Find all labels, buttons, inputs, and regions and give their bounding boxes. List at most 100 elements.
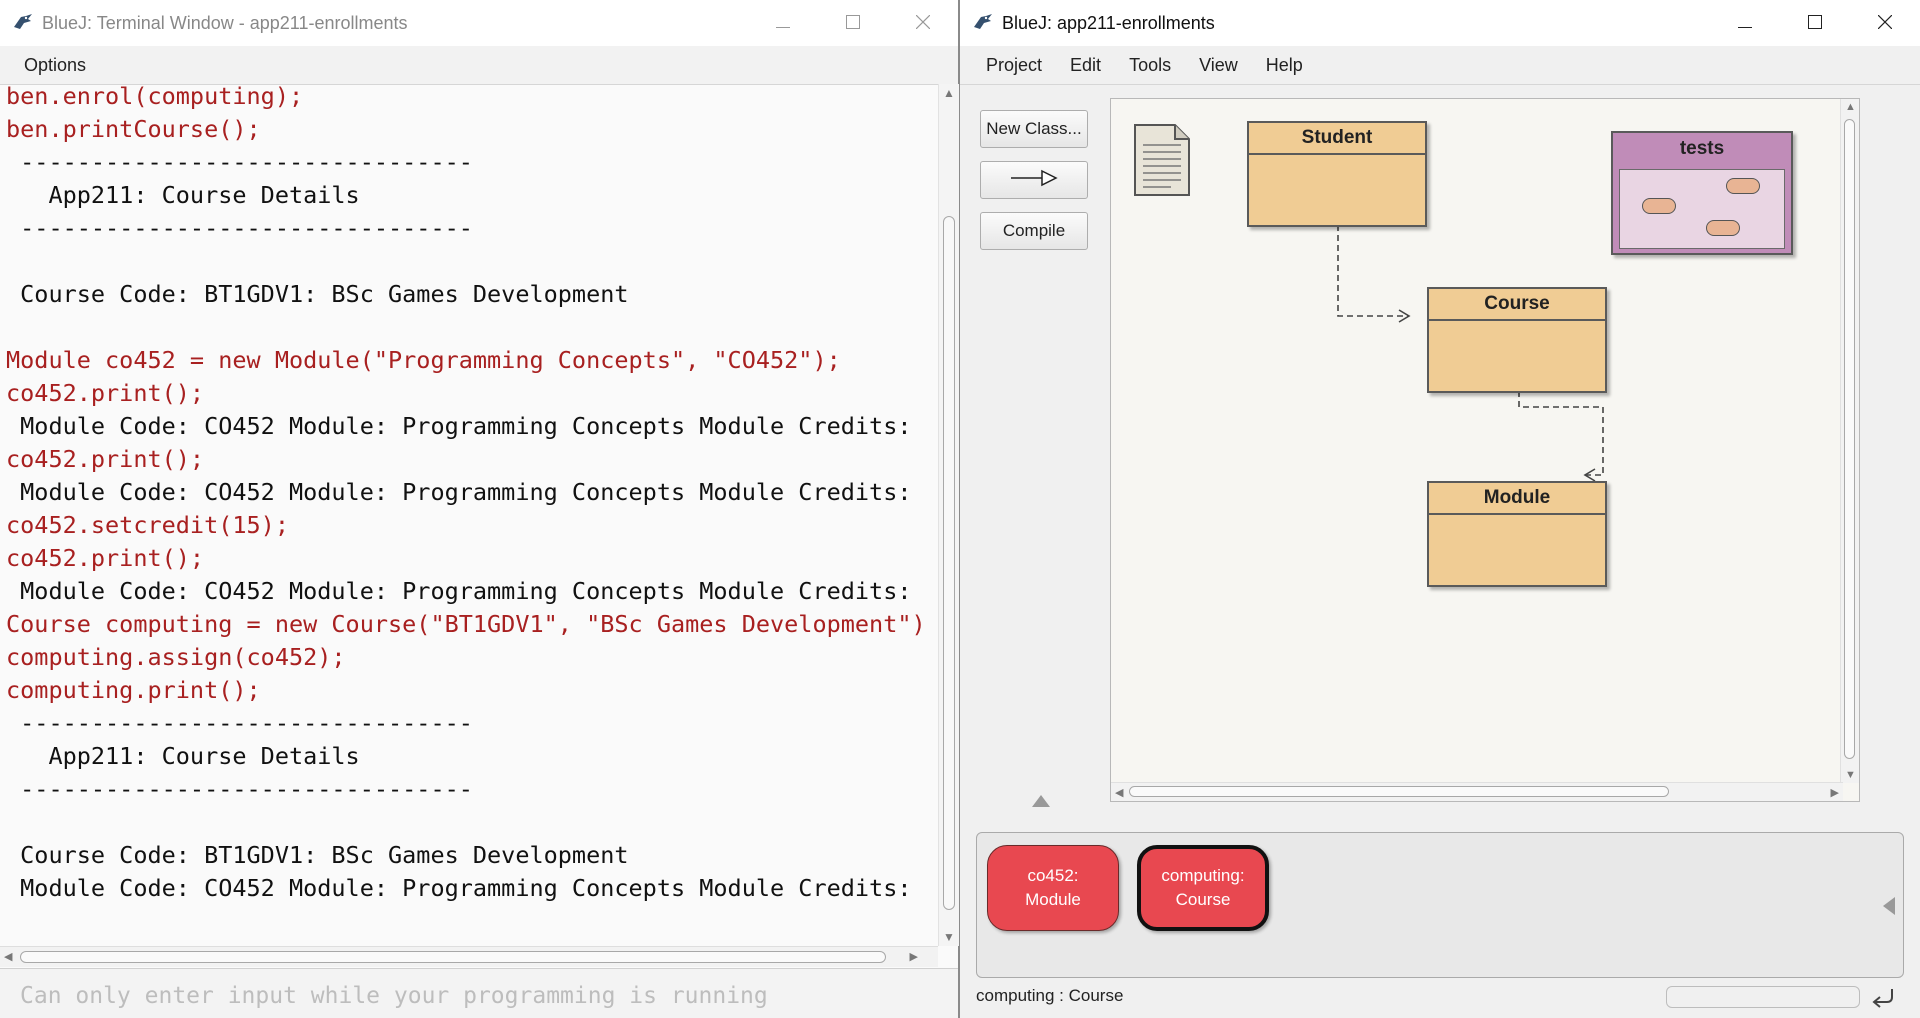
object-label: co452: [1027, 866, 1079, 885]
terminal-input-line: ben.enrol(computing); [6, 82, 304, 110]
package-class-icon [1706, 220, 1740, 236]
maximize-button[interactable] [1780, 0, 1850, 46]
menu-options[interactable]: Options [0, 55, 100, 76]
class-diagram-canvas[interactable]: Student Course Module tests ▲ ▼ ◀ ▶ [1110, 98, 1860, 802]
minimize-button[interactable] [748, 0, 818, 46]
terminal-window: BlueJ: Terminal Window - app211-enrollme… [0, 0, 960, 1018]
terminal-output-line: Module Code: CO452 Module: Programming C… [6, 478, 926, 506]
scroll-down-icon[interactable]: ▼ [1845, 769, 1856, 781]
bluej-bird-icon [970, 10, 996, 36]
scrollbar-thumb[interactable] [20, 951, 886, 963]
menu-tools[interactable]: Tools [1115, 55, 1185, 76]
terminal-output-line: Course Code: BT1GDV1: BSc Games Developm… [6, 841, 629, 869]
menu-edit[interactable]: Edit [1056, 55, 1115, 76]
close-icon [1877, 13, 1893, 34]
reset-machine-icon[interactable] [1870, 984, 1896, 1010]
terminal-output-line: Module Code: CO452 Module: Programming C… [6, 874, 926, 902]
terminal-title-bar[interactable]: BlueJ: Terminal Window - app211-enrollme… [0, 0, 958, 46]
scroll-right-icon[interactable]: ▶ [1831, 786, 1839, 799]
canvas-horizontal-scrollbar[interactable]: ◀ ▶ [1111, 782, 1843, 801]
terminal-output[interactable]: ben.enrol(computing); ben.printCourse(); … [6, 80, 941, 942]
scroll-up-icon[interactable]: ▲ [1845, 101, 1856, 113]
maximize-icon [1808, 13, 1822, 34]
terminal-output-line: -------------------------------- [6, 775, 473, 803]
object-bench: co452: Module computing: Course [976, 832, 1904, 978]
terminal-input-line: co452.print(); [6, 445, 205, 473]
class-module[interactable]: Module [1427, 481, 1607, 587]
class-name: Course [1429, 289, 1605, 321]
bluej-bird-icon [10, 10, 36, 36]
minimize-icon [776, 13, 790, 34]
menu-help[interactable]: Help [1252, 55, 1317, 76]
tool-panel: New Class... Compile [980, 110, 1088, 263]
terminal-output-line: Module Code: CO452 Module: Programming C… [6, 412, 926, 440]
show-panel-up-icon[interactable] [1032, 795, 1050, 807]
terminal-input-line: computing.print(); [6, 676, 261, 704]
canvas-vertical-scrollbar[interactable]: ▲ ▼ [1840, 99, 1859, 783]
object-type: Module [1025, 890, 1081, 909]
new-inheritance-arrow-button[interactable] [980, 161, 1088, 199]
object-co452[interactable]: co452: Module [987, 845, 1119, 931]
bluej-main-window: BlueJ: app211-enrollments Project Edit T… [960, 0, 1920, 1018]
package-tests[interactable]: tests [1611, 131, 1793, 255]
object-label: computing: [1161, 866, 1245, 885]
object-type: Course [1175, 890, 1231, 909]
terminal-input-line: co452.setcredit(15); [6, 511, 289, 539]
scrollbar-thumb[interactable] [1129, 786, 1669, 797]
terminal-input-line: Course computing = new Course("BT1GDV1",… [6, 610, 926, 638]
terminal-input-line: co452.print(); [6, 544, 205, 572]
terminal-input-line: co452.print(); [6, 379, 205, 407]
collapse-left-icon[interactable] [1883, 897, 1895, 915]
class-name: Module [1429, 483, 1605, 515]
terminal-input-line: Module co452 = new Module("Programming C… [6, 346, 841, 374]
terminal-input-field[interactable]: Can only enter input while your programm… [0, 968, 958, 1018]
terminal-vertical-scrollbar[interactable]: ▲ ▼ [938, 84, 959, 946]
scroll-right-icon[interactable]: ▶ [910, 950, 918, 963]
terminal-title: BlueJ: Terminal Window - app211-enrollme… [42, 12, 408, 33]
close-button[interactable] [888, 0, 958, 46]
terminal-output-line: App211: Course Details [6, 742, 360, 770]
package-class-icon [1642, 198, 1676, 214]
class-name: Student [1249, 123, 1425, 155]
bluej-title-bar[interactable]: BlueJ: app211-enrollments [960, 0, 1920, 46]
minimize-button[interactable] [1710, 0, 1780, 46]
scroll-up-icon[interactable]: ▲ [943, 86, 955, 100]
class-student[interactable]: Student [1247, 121, 1427, 227]
status-text: computing : Course [976, 986, 1124, 1005]
menu-project[interactable]: Project [960, 55, 1056, 76]
class-course[interactable]: Course [1427, 287, 1607, 393]
bluej-menu-bar: Project Edit Tools View Help [960, 46, 1920, 85]
terminal-input-line: computing.assign(co452); [6, 643, 346, 671]
progress-bar [1666, 986, 1860, 1008]
close-button[interactable] [1850, 0, 1920, 46]
terminal-output-line: Module Code: CO452 Module: Programming C… [6, 577, 926, 605]
new-class-button[interactable]: New Class... [980, 110, 1088, 148]
scrollbar-thumb[interactable] [1844, 119, 1855, 759]
terminal-horizontal-scrollbar[interactable]: ◀ ▶ [0, 946, 938, 967]
package-name: tests [1679, 138, 1725, 159]
scroll-left-icon[interactable]: ◀ [1115, 786, 1123, 799]
object-computing[interactable]: computing: Course [1137, 845, 1269, 931]
scrollbar-thumb[interactable] [943, 216, 955, 910]
menu-view[interactable]: View [1185, 55, 1252, 76]
maximize-button[interactable] [818, 0, 888, 46]
close-icon [915, 13, 931, 34]
inheritance-arrow-icon [1009, 168, 1059, 193]
terminal-output-line: -------------------------------- [6, 709, 473, 737]
package-contents [1619, 169, 1785, 249]
terminal-output-line: -------------------------------- [6, 148, 473, 176]
compile-button[interactable]: Compile [980, 212, 1088, 250]
terminal-output-line: App211: Course Details [6, 181, 360, 209]
terminal-input-line: ben.printCourse(); [6, 115, 261, 143]
minimize-icon [1738, 13, 1752, 34]
scroll-down-icon[interactable]: ▼ [943, 930, 955, 944]
terminal-output-line: Course Code: BT1GDV1: BSc Games Developm… [6, 280, 629, 308]
terminal-output-line: -------------------------------- [6, 214, 473, 242]
package-class-icon [1726, 178, 1760, 194]
bluej-title: BlueJ: app211-enrollments [1002, 12, 1215, 33]
scroll-left-icon[interactable]: ◀ [4, 950, 12, 963]
maximize-icon [846, 13, 860, 34]
